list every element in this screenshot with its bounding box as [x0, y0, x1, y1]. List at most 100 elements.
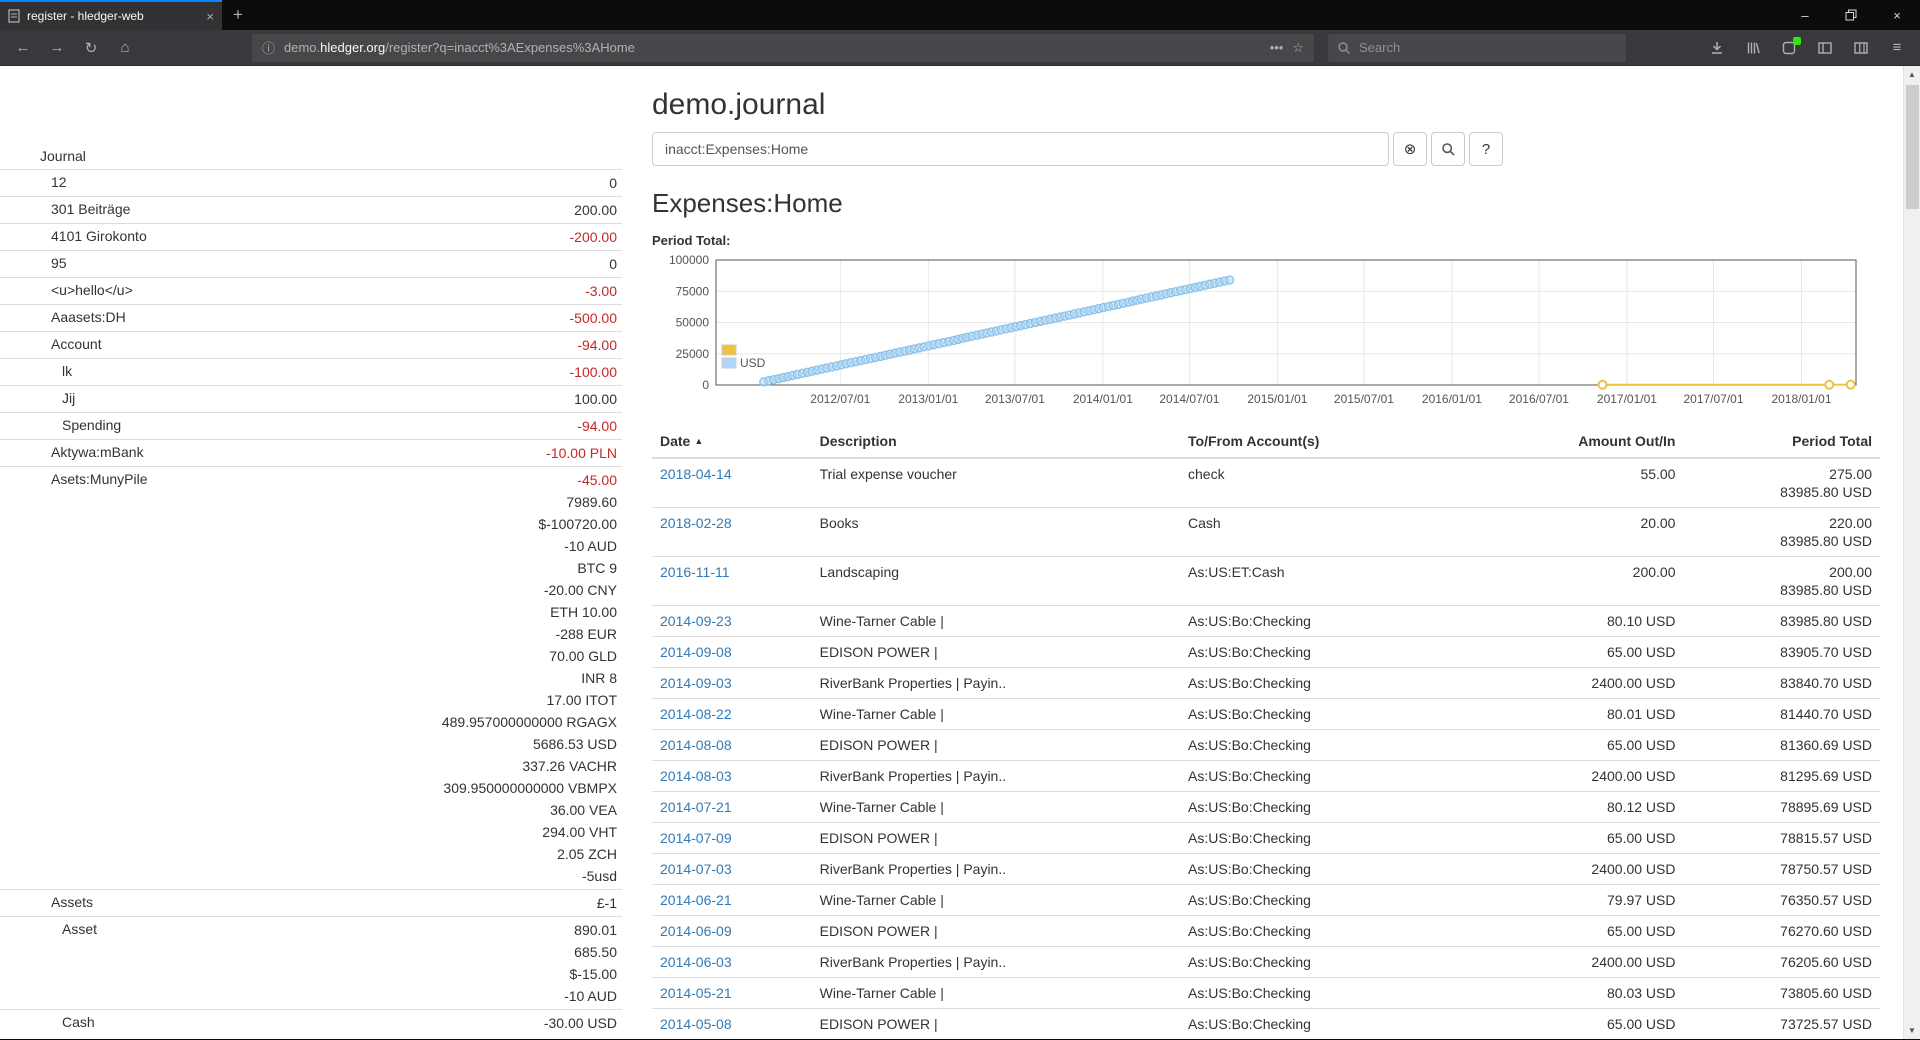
clear-query-button[interactable]: ⊗	[1393, 132, 1427, 166]
window-close-button[interactable]: ×	[1874, 0, 1920, 30]
date-link[interactable]: 2014-07-03	[660, 861, 732, 877]
sidebar-account-link[interactable]: 301 Beiträge	[0, 199, 574, 220]
back-icon[interactable]: ←	[8, 34, 38, 62]
sidebar-account-link[interactable]: Asets:MunyPile	[0, 469, 442, 490]
account-link[interactable]: As:US:ET:Cash	[1188, 564, 1284, 580]
register-row[interactable]: 2014-07-21Wine-Tarner Cable |As:US:Bo:Ch…	[652, 792, 1880, 823]
scrollbar-thumb[interactable]	[1906, 85, 1919, 209]
reload-icon[interactable]: ↻	[76, 34, 106, 62]
account-link[interactable]: As:US:Bo:Checking	[1188, 861, 1311, 877]
sidebar-account-link[interactable]: Cash	[0, 1012, 544, 1033]
search-button[interactable]	[1431, 132, 1465, 166]
sidebar-account-link[interactable]: lk	[0, 361, 570, 382]
date-link[interactable]: 2014-05-08	[660, 1016, 732, 1032]
account-link[interactable]: As:US:Bo:Checking	[1188, 892, 1311, 908]
window-restore-button[interactable]	[1828, 0, 1874, 30]
site-info-icon[interactable]: ⓘ	[262, 38, 275, 57]
date-link[interactable]: 2014-09-23	[660, 613, 732, 629]
account-balances: -10.00 PLN	[546, 442, 622, 464]
browser-tab[interactable]: register - hledger-web ×	[0, 0, 222, 30]
x-tick-label: 2016/01/01	[1422, 392, 1482, 406]
forward-icon[interactable]: →	[42, 34, 72, 62]
account-link[interactable]: Cash	[1188, 515, 1221, 531]
register-row[interactable]: 2014-05-21Wine-Tarner Cable |As:US:Bo:Ch…	[652, 978, 1880, 1009]
register-row[interactable]: 2014-06-03RiverBank Properties | Payin..…	[652, 947, 1880, 978]
register-row[interactable]: 2014-09-23Wine-Tarner Cable |As:US:Bo:Ch…	[652, 606, 1880, 637]
account-link[interactable]: As:US:Bo:Checking	[1188, 923, 1311, 939]
page-actions-icon[interactable]: •••	[1270, 40, 1284, 55]
account-link[interactable]: As:US:Bo:Checking	[1188, 1016, 1311, 1032]
sidebar-account-link[interactable]: 12	[0, 172, 609, 193]
date-link[interactable]: 2014-08-22	[660, 706, 732, 722]
date-link[interactable]: 2014-07-09	[660, 830, 732, 846]
date-link[interactable]: 2018-04-14	[660, 466, 732, 482]
sidebars-icon[interactable]	[1810, 34, 1840, 62]
date-link[interactable]: 2014-08-08	[660, 737, 732, 753]
register-row[interactable]: 2014-09-03RiverBank Properties | Payin..…	[652, 668, 1880, 699]
sidebar-account-link[interactable]: 4101 Girokonto	[0, 226, 570, 247]
new-tab-button[interactable]: +	[222, 0, 254, 30]
sidebar-account-link[interactable]: Jij	[0, 388, 574, 409]
register-row[interactable]: 2014-06-21Wine-Tarner Cable |As:US:Bo:Ch…	[652, 885, 1880, 916]
account-balance: 7989.60	[442, 491, 617, 513]
sidebar-account-link[interactable]: <u>hello</u>	[0, 280, 585, 301]
date-link[interactable]: 2016-11-11	[660, 564, 730, 580]
account-link[interactable]: As:US:Bo:Checking	[1188, 613, 1311, 629]
help-button[interactable]: ?	[1469, 132, 1503, 166]
account-link[interactable]: As:US:Bo:Checking	[1188, 644, 1311, 660]
date-link[interactable]: 2014-05-21	[660, 985, 732, 1001]
account-link[interactable]: As:US:Bo:Checking	[1188, 799, 1311, 815]
sidebar-account-link[interactable]: Account	[0, 334, 577, 355]
sidebar-account-link[interactable]: Assets	[0, 892, 597, 913]
home-icon[interactable]: ⌂	[110, 34, 140, 62]
register-row[interactable]: 2014-08-08EDISON POWER |As:US:Bo:Checkin…	[652, 730, 1880, 761]
register-row[interactable]: 2014-08-03RiverBank Properties | Payin..…	[652, 761, 1880, 792]
date-link[interactable]: 2014-06-03	[660, 954, 732, 970]
sidebar-journal-link[interactable]: Journal	[0, 146, 617, 167]
account-link[interactable]: check	[1188, 466, 1225, 482]
sidebar-account-link[interactable]: Aaasets:DH	[0, 307, 570, 328]
grid-icon[interactable]	[1846, 34, 1876, 62]
sidebar-account-link[interactable]: Asset	[0, 919, 564, 940]
register-row[interactable]: 2018-04-14Trial expense vouchercheck55.0…	[652, 458, 1880, 508]
account-link[interactable]: As:US:Bo:Checking	[1188, 768, 1311, 784]
tab-close-icon[interactable]: ×	[206, 9, 214, 24]
date-link[interactable]: 2014-06-09	[660, 923, 732, 939]
register-row[interactable]: 2018-02-28BooksCash20.00220.0083985.80 U…	[652, 508, 1880, 557]
menu-icon[interactable]: ≡	[1882, 34, 1912, 62]
scroll-up-icon[interactable]: ▲	[1904, 66, 1920, 83]
account-link[interactable]: As:US:Bo:Checking	[1188, 706, 1311, 722]
library-icon[interactable]	[1738, 34, 1768, 62]
column-header-date[interactable]: Date▲	[652, 425, 812, 458]
register-row[interactable]: 2014-09-08EDISON POWER |As:US:Bo:Checkin…	[652, 637, 1880, 668]
window-minimize-button[interactable]: –	[1782, 0, 1828, 30]
account-link[interactable]: As:US:Bo:Checking	[1188, 675, 1311, 691]
sidebar-account-link[interactable]: Aktywa:mBank	[0, 442, 546, 463]
register-row[interactable]: 2014-08-22Wine-Tarner Cable |As:US:Bo:Ch…	[652, 699, 1880, 730]
download-icon[interactable]	[1702, 34, 1732, 62]
date-link[interactable]: 2014-09-08	[660, 644, 732, 660]
date-link[interactable]: 2014-08-03	[660, 768, 732, 784]
account-link[interactable]: As:US:Bo:Checking	[1188, 985, 1311, 1001]
register-row[interactable]: 2016-11-11LandscapingAs:US:ET:Cash200.00…	[652, 557, 1880, 606]
query-input[interactable]	[652, 132, 1389, 166]
account-link[interactable]: As:US:Bo:Checking	[1188, 737, 1311, 753]
bookmark-star-icon[interactable]: ☆	[1292, 40, 1304, 56]
url-bar[interactable]: ⓘ demo.hledger.org/register?q=inacct%3AE…	[252, 34, 1314, 62]
register-row[interactable]: 2014-07-03RiverBank Properties | Payin..…	[652, 854, 1880, 885]
sidebar-account-link[interactable]: 95	[0, 253, 609, 274]
scroll-down-icon[interactable]: ▼	[1904, 1022, 1920, 1039]
register-row[interactable]: 2014-07-09EDISON POWER |As:US:Bo:Checkin…	[652, 823, 1880, 854]
date-link[interactable]: 2018-02-28	[660, 515, 732, 531]
register-row[interactable]: 2014-06-09EDISON POWER |As:US:Bo:Checkin…	[652, 916, 1880, 947]
sidebar-account-link[interactable]: Spending	[0, 415, 577, 436]
account-link[interactable]: As:US:Bo:Checking	[1188, 830, 1311, 846]
scrollbar[interactable]: ▲ ▼	[1903, 66, 1920, 1039]
date-link[interactable]: 2014-09-03	[660, 675, 732, 691]
account-link[interactable]: As:US:Bo:Checking	[1188, 954, 1311, 970]
register-row[interactable]: 2014-05-08EDISON POWER |As:US:Bo:Checkin…	[652, 1009, 1880, 1040]
date-link[interactable]: 2014-06-21	[660, 892, 732, 908]
date-link[interactable]: 2014-07-21	[660, 799, 732, 815]
browser-search-field[interactable]: Search	[1328, 34, 1626, 62]
extension-icon[interactable]	[1774, 34, 1804, 62]
